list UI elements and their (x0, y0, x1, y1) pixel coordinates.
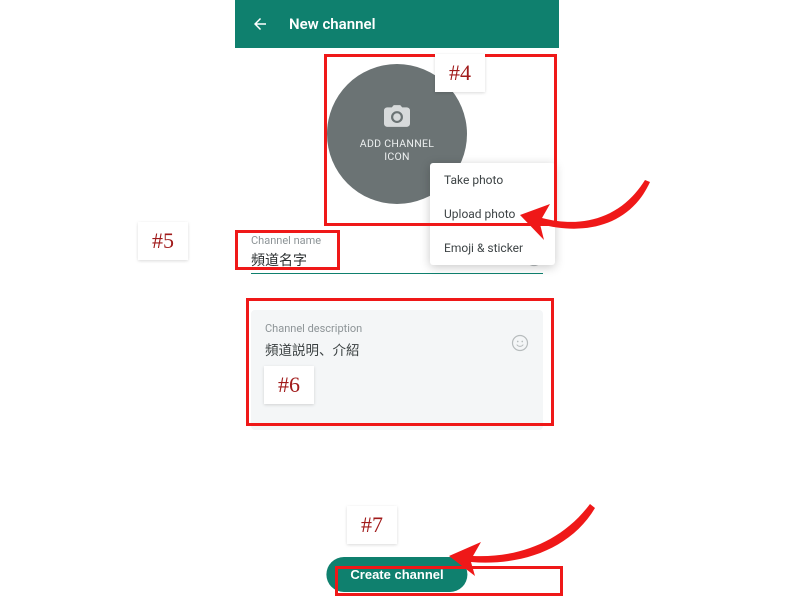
back-icon[interactable] (251, 15, 269, 33)
emoji-icon[interactable] (511, 334, 529, 356)
camera-icon (384, 105, 410, 131)
annotation-tag-7: #7 (347, 506, 397, 544)
annotation-tag-6: #6 (264, 366, 314, 404)
annotation-arrow-4 (520, 170, 650, 250)
annotation-tag-4: #4 (435, 54, 485, 92)
annotation-arrow-7 (445, 498, 595, 578)
avatar-label: ADD CHANNEL ICON (360, 137, 434, 163)
annotation-tag-5: #5 (138, 222, 188, 260)
header-bar: New channel (235, 0, 559, 48)
page-title: New channel (289, 15, 375, 33)
channel-description-label: Channel description (265, 322, 529, 335)
channel-description-value[interactable]: 頻道説明、介紹 (265, 339, 529, 359)
